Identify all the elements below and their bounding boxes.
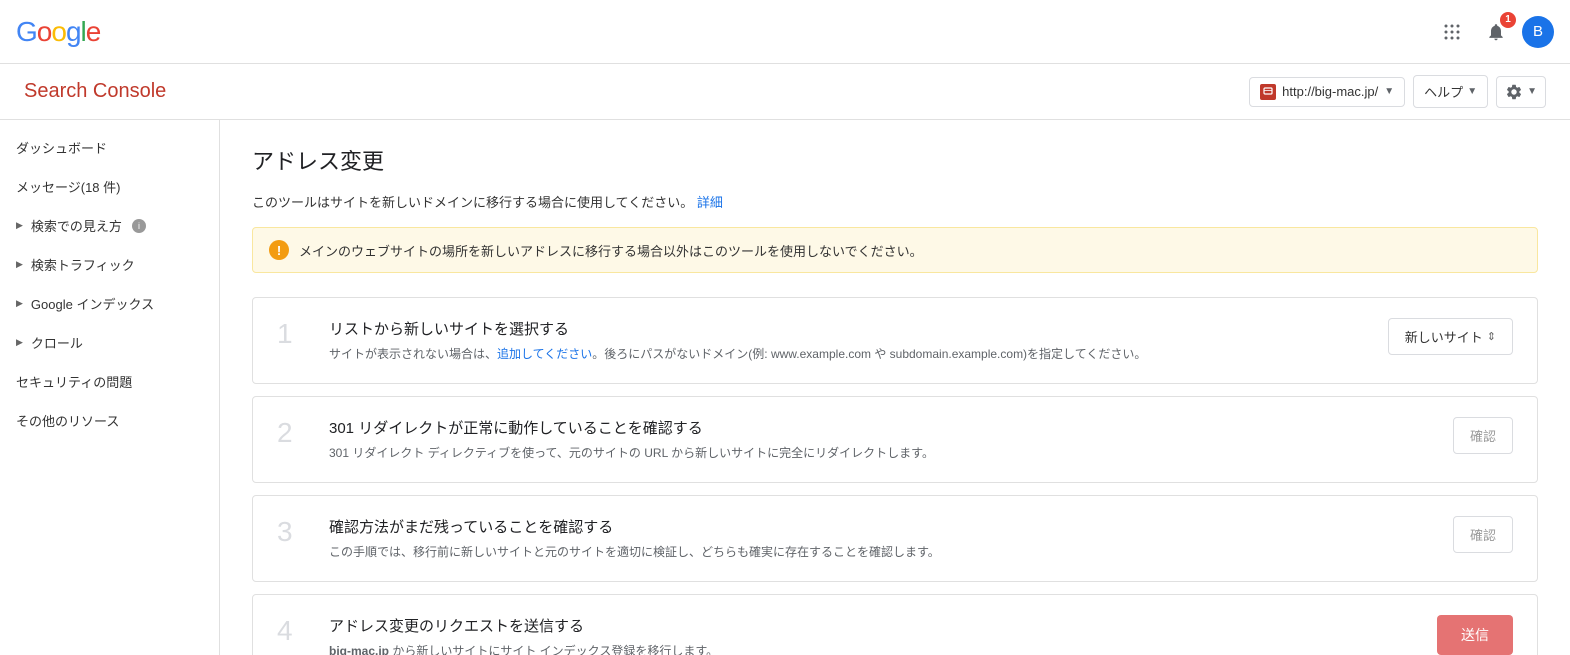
step-1-desc-suffix: 。後ろにパスがないドメイン(例: www.example.com や subdo… bbox=[592, 347, 1146, 361]
step-2-card: 2 301 リダイレクトが正常に動作していることを確認する 301 リダイレクト… bbox=[252, 396, 1538, 483]
new-site-label: 新しいサイト bbox=[1405, 327, 1483, 346]
sidebar-item-label: セキュリティの問題 bbox=[16, 372, 132, 391]
site-selector-chevron: ▼ bbox=[1384, 86, 1394, 97]
step-2-number: 2 bbox=[277, 419, 309, 447]
step-1-desc-prefix: サイトが表示されない場合は、 bbox=[329, 347, 497, 361]
sidebar-item-security[interactable]: セキュリティの問題 bbox=[0, 362, 219, 401]
sidebar-item-search-appearance[interactable]: 検索での見え方 i bbox=[0, 206, 219, 245]
avatar[interactable]: B bbox=[1522, 16, 1554, 48]
sidebar-item-label: その他のリソース bbox=[16, 411, 119, 430]
step-2-content: 301 リダイレクトが正常に動作していることを確認する 301 リダイレクト デ… bbox=[329, 417, 1373, 462]
notification-button[interactable]: 1 bbox=[1478, 14, 1514, 50]
sidebar: ダッシュボード メッセージ(18 件) 検索での見え方 i 検索トラフィック G… bbox=[0, 120, 220, 655]
warning-text: メインのウェブサイトの場所を新しいアドレスに移行する場合以外はこのツールを使用し… bbox=[299, 241, 923, 260]
topbar: Google 1 B bbox=[0, 0, 1570, 64]
submit-button[interactable]: 送信 bbox=[1437, 615, 1513, 655]
topbar-left: Google bbox=[16, 16, 100, 48]
step-3-action: 確認 bbox=[1393, 516, 1513, 553]
step-1-card: 1 リストから新しいサイトを選択する サイトが表示されない場合は、追加してくださ… bbox=[252, 297, 1538, 384]
detail-link[interactable]: 詳細 bbox=[697, 195, 723, 210]
page-title: アドレス変更 bbox=[252, 144, 1538, 176]
step-3-number: 3 bbox=[277, 518, 309, 546]
sidebar-item-label: メッセージ(18 件) bbox=[16, 177, 120, 196]
apps-icon bbox=[1442, 22, 1462, 42]
step-3-desc: この手順では、移行前に新しいサイトと元のサイトを適切に検証し、どちらも確実に存在… bbox=[329, 543, 1373, 561]
main-layout: ダッシュボード メッセージ(18 件) 検索での見え方 i 検索トラフィック G… bbox=[0, 120, 1570, 655]
page-description: このツールはサイトを新しいドメインに移行する場合に使用してください。 詳細 bbox=[252, 192, 1538, 211]
sidebar-item-crawl[interactable]: クロール bbox=[0, 323, 219, 362]
step-2-action: 確認 bbox=[1393, 417, 1513, 454]
step-4-number: 4 bbox=[277, 617, 309, 645]
sidebar-item-label: 検索トラフィック bbox=[31, 255, 135, 274]
step-3-card: 3 確認方法がまだ残っていることを確認する この手順では、移行前に新しいサイトと… bbox=[252, 495, 1538, 582]
info-icon: i bbox=[132, 219, 146, 233]
site-url: http://big-mac.jp/ bbox=[1282, 84, 1378, 99]
step-1-desc-link[interactable]: 追加してください bbox=[497, 347, 592, 361]
sidebar-item-label: クロール bbox=[31, 333, 83, 352]
step-3-content: 確認方法がまだ残っていることを確認する この手順では、移行前に新しいサイトと元の… bbox=[329, 516, 1373, 561]
sidebar-item-messages[interactable]: メッセージ(18 件) bbox=[0, 167, 219, 206]
step-1-number: 1 bbox=[277, 320, 309, 348]
warning-box: ! メインのウェブサイトの場所を新しいアドレスに移行する場合以外はこのツールを使… bbox=[252, 227, 1538, 273]
step-2-title: 301 リダイレクトが正常に動作していることを確認する bbox=[329, 417, 1373, 438]
help-label: ヘルプ bbox=[1424, 82, 1463, 101]
site-selector[interactable]: http://big-mac.jp/ ▼ bbox=[1249, 77, 1405, 107]
step-4-desc: big-mac.jp から新しいサイトにサイト インデックス登録を移行します。 bbox=[329, 642, 1373, 655]
help-dropdown[interactable]: ヘルプ ▼ bbox=[1413, 75, 1488, 108]
content-area: アドレス変更 このツールはサイトを新しいドメインに移行する場合に使用してください… bbox=[220, 120, 1570, 655]
sidebar-item-google-index[interactable]: Google インデックス bbox=[0, 284, 219, 323]
step-1-content: リストから新しいサイトを選択する サイトが表示されない場合は、追加してください。… bbox=[329, 318, 1368, 363]
step-4-card: 4 アドレス変更のリクエストを送信する big-mac.jp から新しいサイトに… bbox=[252, 594, 1538, 655]
site-icon bbox=[1260, 84, 1276, 100]
sidebar-item-label: 検索での見え方 bbox=[31, 216, 122, 235]
sidebar-item-label: ダッシュボード bbox=[16, 138, 107, 157]
topbar-right: 1 B bbox=[1434, 14, 1554, 50]
subheader-right: http://big-mac.jp/ ▼ ヘルプ ▼ ▼ bbox=[1249, 75, 1546, 108]
page-description-text: このツールはサイトを新しいドメインに移行する場合に使用してください。 bbox=[252, 195, 693, 210]
subheader: Search Console http://big-mac.jp/ ▼ ヘルプ … bbox=[0, 64, 1570, 120]
settings-dropdown[interactable]: ▼ bbox=[1496, 76, 1546, 108]
apps-button[interactable] bbox=[1434, 14, 1470, 50]
sidebar-item-other-resources[interactable]: その他のリソース bbox=[0, 401, 219, 440]
sidebar-item-search-traffic[interactable]: 検索トラフィック bbox=[0, 245, 219, 284]
step-4-content: アドレス変更のリクエストを送信する big-mac.jp から新しいサイトにサイ… bbox=[329, 615, 1373, 655]
step-3-title: 確認方法がまだ残っていることを確認する bbox=[329, 516, 1373, 537]
sidebar-item-dashboard[interactable]: ダッシュボード bbox=[0, 128, 219, 167]
google-logo: Google bbox=[16, 16, 100, 48]
step-3-confirm-button[interactable]: 確認 bbox=[1453, 516, 1513, 553]
new-site-chevron: ⇕ bbox=[1487, 330, 1496, 343]
notification-count: 1 bbox=[1500, 12, 1516, 28]
step-4-action: 送信 bbox=[1393, 615, 1513, 655]
step-4-domain: big-mac.jp bbox=[329, 644, 389, 655]
settings-icon bbox=[1505, 83, 1523, 101]
warning-icon: ! bbox=[269, 240, 289, 260]
settings-chevron: ▼ bbox=[1527, 86, 1537, 97]
step-1-action: 新しいサイト ⇕ bbox=[1388, 318, 1513, 355]
step-1-desc: サイトが表示されない場合は、追加してください。後ろにパスがないドメイン(例: w… bbox=[329, 345, 1368, 363]
step-2-confirm-button[interactable]: 確認 bbox=[1453, 417, 1513, 454]
new-site-dropdown-button[interactable]: 新しいサイト ⇕ bbox=[1388, 318, 1513, 355]
step-2-desc: 301 リダイレクト ディレクティブを使って、元のサイトの URL から新しいサ… bbox=[329, 444, 1373, 462]
app-title: Search Console bbox=[24, 80, 166, 103]
step-4-title: アドレス変更のリクエストを送信する bbox=[329, 615, 1373, 636]
help-chevron: ▼ bbox=[1467, 86, 1477, 97]
sidebar-item-label: Google インデックス bbox=[31, 294, 154, 313]
step-1-title: リストから新しいサイトを選択する bbox=[329, 318, 1368, 339]
